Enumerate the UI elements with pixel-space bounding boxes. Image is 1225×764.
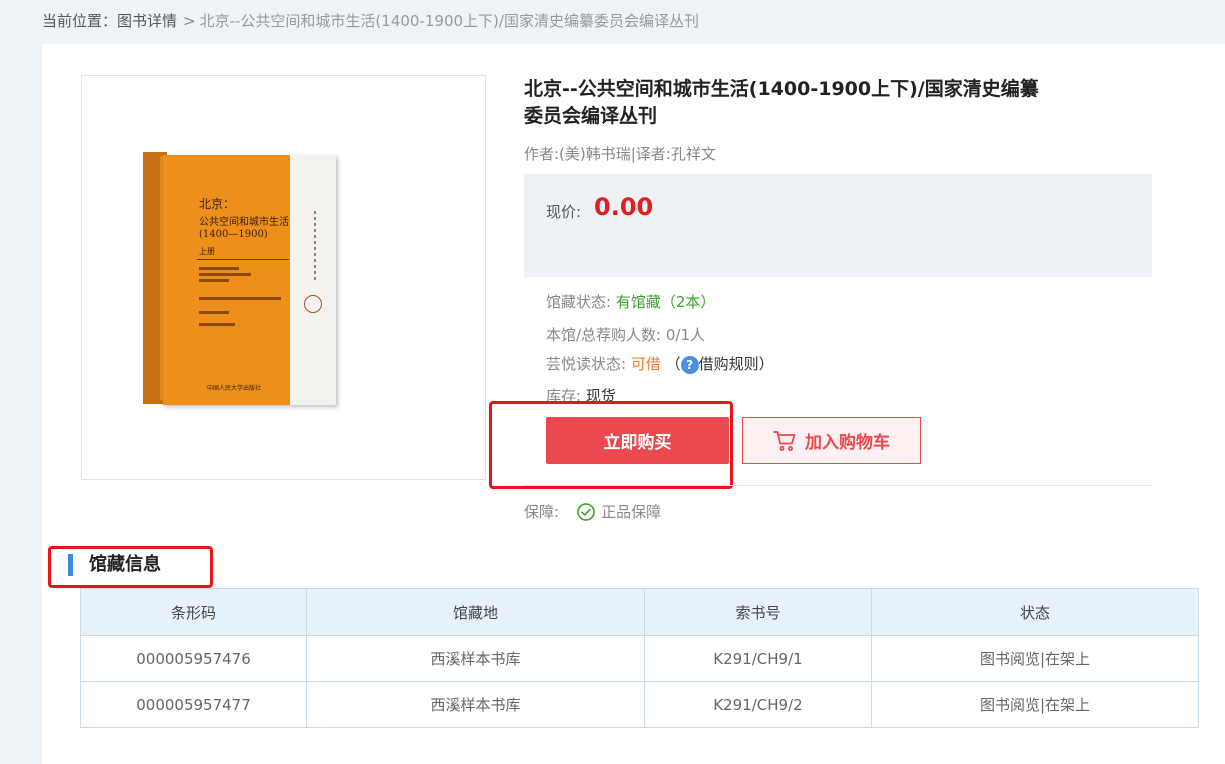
cover-subtitle-bar <box>199 279 229 282</box>
cover-publisher: 中国人民大学出版社 <box>207 385 262 392</box>
cover-volume: 上册 <box>199 247 215 256</box>
cell-call-number: K291/CH9/1 <box>644 635 872 682</box>
col-header-barcode: 条形码 <box>80 588 307 636</box>
table-row: 000005957476 西溪样本书库 K291/CH9/1 图书阅览|在架上 <box>80 635 1199 682</box>
book-title: 北京--公共空间和城市生活(1400-1900上下)/国家清史编纂委员会编译丛刊 <box>524 78 1039 127</box>
cell-status: 图书阅览|在架上 <box>871 635 1199 682</box>
recommend-count-label: 本馆/总荐购人数: <box>546 326 662 344</box>
price-label: 现价: <box>546 203 582 221</box>
col-header-status: 状态 <box>871 588 1199 636</box>
cover-title-line3: (1400—1900) <box>199 229 268 240</box>
holding-status-value: 有馆藏（2本） <box>615 293 716 311</box>
breadcrumb-prefix: 当前位置： <box>42 12 118 30</box>
cover-subtitle-bar <box>199 267 239 270</box>
guarantee-value: 正品保障 <box>601 503 662 521</box>
highlight-box-holdings <box>48 546 213 588</box>
yunyue-status-value: 可借 <box>630 355 661 373</box>
book-author: 作者:(美)韩书瑞|译者:孔祥文 <box>524 145 716 163</box>
holding-status-label: 馆藏状态: <box>546 293 612 311</box>
breadcrumb: 当前位置：图书详情 > 北京--公共空间和城市生活(1400-1900上下)/国家清… <box>42 10 699 31</box>
add-to-cart-label: 加入购物车 <box>805 433 890 453</box>
cell-barcode: 000005957477 <box>80 681 307 728</box>
breadcrumb-link-book-detail[interactable]: 图书详情 <box>117 12 177 30</box>
cover-title-line1: 北京： <box>199 197 236 211</box>
recommend-count: 本馆/总荐购人数: 0/1人 <box>546 324 705 345</box>
cover-translator-bar <box>199 311 229 314</box>
col-header-call-number: 索书号 <box>644 588 872 636</box>
cell-location: 西溪样本书库 <box>306 681 645 728</box>
paren-close: ） <box>758 355 774 373</box>
cell-call-number: K291/CH9/2 <box>644 681 872 728</box>
table-row: 000005957477 西溪样本书库 K291/CH9/2 图书阅览|在架上 <box>80 681 1199 728</box>
holding-status: 馆藏状态: 有馆藏（2本） <box>546 291 715 312</box>
question-icon[interactable]: ? <box>680 355 699 374</box>
cell-status: 图书阅览|在架上 <box>871 681 1199 728</box>
guarantee-label: 保障: <box>524 503 560 521</box>
cover-white-strip <box>290 155 336 405</box>
check-circle-icon <box>577 502 595 521</box>
holdings-table: 条形码 馆藏地 索书号 状态 000005957476 西溪样本书库 K291/… <box>80 588 1199 728</box>
table-header-row: 条形码 馆藏地 索书号 状态 <box>80 588 1199 636</box>
cart-icon <box>773 430 797 452</box>
paren-open: （ <box>665 355 681 373</box>
highlight-box-buy <box>489 401 733 489</box>
price-value: 0.00 <box>594 193 654 221</box>
cover-title-line2: 公共空间和城市生活 <box>199 217 289 228</box>
cell-barcode: 000005957476 <box>80 635 307 682</box>
cover-seal-icon <box>304 295 322 313</box>
price-box: 现价: 0.00 <box>524 174 1152 277</box>
borrow-rules-link[interactable]: 借购规则 <box>699 355 759 373</box>
cell-location: 西溪样本书库 <box>306 635 645 682</box>
yunyue-status: 芸悦读状态: 可借 （? 借购规则） <box>546 353 774 374</box>
yunyue-status-label: 芸悦读状态: <box>546 355 627 373</box>
cover-editor-bar <box>199 323 235 326</box>
add-to-cart-button[interactable]: 加入购物车 <box>742 417 921 464</box>
book-cover-image[interactable]: 北京： 公共空间和城市生活 (1400—1900) 上册 中国人民大学出版社 <box>163 155 336 405</box>
breadcrumb-current: 北京--公共空间和城市生活(1400-1900上下)/国家清史编纂委员会编译丛刊 <box>199 12 699 30</box>
cover-subtitle-bar <box>199 273 251 276</box>
cover-author-bar <box>199 297 281 300</box>
breadcrumb-separator: > <box>183 12 196 30</box>
cover-vertical-text <box>314 211 316 281</box>
col-header-location: 馆藏地 <box>306 588 645 636</box>
guarantee: 保障: 正品保障 <box>524 501 661 522</box>
cover-rule <box>197 259 289 260</box>
recommend-count-value: 0/1人 <box>665 326 706 344</box>
divider <box>524 485 1152 486</box>
